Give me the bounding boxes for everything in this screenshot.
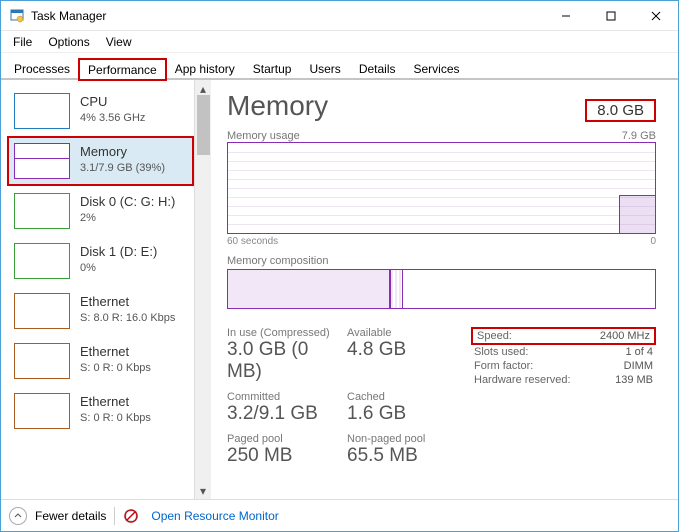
sidebar: CPU 4% 3.56 GHz Memory 3.1/7.9 GB (39%) … [1,80,194,499]
reserved-value: 139 MB [586,373,656,387]
close-button[interactable] [633,1,678,30]
cached-value: 1.6 GB [347,403,457,425]
sidebar-item-sub: 3.1/7.9 GB (39%) [80,161,165,176]
scroll-thumb[interactable] [197,95,210,155]
menu-file[interactable]: File [5,33,40,51]
sidebar-item-sub: S: 0 R: 0 Kbps [80,411,151,426]
tab-users[interactable]: Users [300,58,349,79]
fewer-details-link[interactable]: Fewer details [35,509,106,523]
sidebar-item-sub: 2% [80,211,175,226]
committed-label: Committed [227,391,347,403]
ethernet-thumb-icon [14,393,70,429]
axis-right: 0 [650,236,656,247]
tab-services[interactable]: Services [405,58,469,79]
disk-thumb-icon [14,243,70,279]
sidebar-item-label: Disk 0 (C: G: H:) [80,193,175,211]
body: CPU 4% 3.56 GHz Memory 3.1/7.9 GB (39%) … [1,79,678,499]
inuse-label: In use (Compressed) [227,327,347,339]
sidebar-item-ethernet-1[interactable]: Ethernet S: 8.0 R: 16.0 Kbps [7,286,194,336]
nonpaged-value: 65.5 MB [347,445,457,467]
tab-details[interactable]: Details [350,58,405,79]
scroll-down-icon[interactable]: ▾ [197,484,210,497]
sidebar-item-disk0[interactable]: Disk 0 (C: G: H:) 2% [7,186,194,236]
task-manager-window: Task Manager File Options View Processes… [0,0,679,532]
axis-left: 60 seconds [227,236,278,247]
memory-stats-left: In use (Compressed) 3.0 GB (0 MB) Availa… [227,327,457,473]
tab-processes[interactable]: Processes [5,58,79,79]
sidebar-item-memory[interactable]: Memory 3.1/7.9 GB (39%) [7,136,194,186]
sidebar-item-sub: S: 8.0 R: 16.0 Kbps [80,311,175,326]
committed-value: 3.2/9.1 GB [227,403,347,425]
sidebar-item-label: Ethernet [80,343,151,361]
slots-label: Slots used: [471,345,586,359]
memory-info-right: Speed: 2400 MHz Slots used: 1 of 4 Form … [471,327,656,473]
usage-label: Memory usage [227,130,300,142]
sidebar-item-cpu[interactable]: CPU 4% 3.56 GHz [7,86,194,136]
main-pane: Memory 8.0 GB Memory usage 7.9 GB 60 sec… [211,80,678,499]
window-controls [543,1,678,30]
paged-value: 250 MB [227,445,347,467]
cached-label: Cached [347,391,457,403]
app-icon [9,8,25,24]
form-label: Form factor: [471,359,586,373]
speed-label: Speed: [474,329,583,343]
disk-thumb-icon [14,193,70,229]
memory-usage-graph [227,142,656,234]
open-resource-monitor-link[interactable]: Open Resource Monitor [151,509,278,523]
inuse-value: 3.0 GB (0 MB) [227,339,347,383]
nonpaged-label: Non-paged pool [347,433,457,445]
resource-monitor-icon [123,508,139,524]
separator [114,507,115,525]
sidebar-wrap: CPU 4% 3.56 GHz Memory 3.1/7.9 GB (39%) … [1,80,211,499]
memory-composition-bar [227,269,656,309]
sidebar-item-disk1[interactable]: Disk 1 (D: E:) 0% [7,236,194,286]
sidebar-item-ethernet-2[interactable]: Ethernet S: 0 R: 0 Kbps [7,336,194,386]
composition-label: Memory composition [227,255,328,267]
sidebar-scrollbar[interactable]: ▴ ▾ [194,80,211,499]
slots-value: 1 of 4 [586,345,656,359]
statusbar: Fewer details Open Resource Monitor [1,499,678,531]
sidebar-item-sub: S: 0 R: 0 Kbps [80,361,151,376]
scroll-up-icon[interactable]: ▴ [197,82,210,95]
titlebar: Task Manager [1,1,678,31]
sidebar-item-label: Disk 1 (D: E:) [80,243,157,261]
sidebar-item-label: CPU [80,93,145,111]
form-value: DIMM [586,359,656,373]
available-label: Available [347,327,457,339]
sidebar-item-sub: 0% [80,261,157,276]
tab-startup[interactable]: Startup [244,58,301,79]
minimize-button[interactable] [543,1,588,30]
speed-value: 2400 MHz [583,329,653,343]
cpu-thumb-icon [14,93,70,129]
ethernet-thumb-icon [14,343,70,379]
ethernet-thumb-icon [14,293,70,329]
memory-thumb-icon [14,143,70,179]
maximize-button[interactable] [588,1,633,30]
tab-app-history[interactable]: App history [166,58,244,79]
collapse-icon[interactable] [9,507,27,525]
sidebar-item-label: Memory [80,143,165,161]
tab-performance[interactable]: Performance [79,59,166,80]
menubar: File Options View [1,31,678,53]
paged-label: Paged pool [227,433,347,445]
sidebar-item-ethernet-3[interactable]: Ethernet S: 0 R: 0 Kbps [7,386,194,436]
usage-max: 7.9 GB [622,130,656,142]
menu-options[interactable]: Options [40,33,97,51]
memory-total: 8.0 GB [585,99,656,122]
sidebar-item-label: Ethernet [80,293,175,311]
sidebar-item-sub: 4% 3.56 GHz [80,111,145,126]
window-title: Task Manager [31,9,543,23]
menu-view[interactable]: View [98,33,140,51]
tabbar: Processes Performance App history Startu… [1,53,678,79]
page-title: Memory [227,90,328,122]
reserved-label: Hardware reserved: [471,373,586,387]
available-value: 4.8 GB [347,339,457,361]
sidebar-item-label: Ethernet [80,393,151,411]
